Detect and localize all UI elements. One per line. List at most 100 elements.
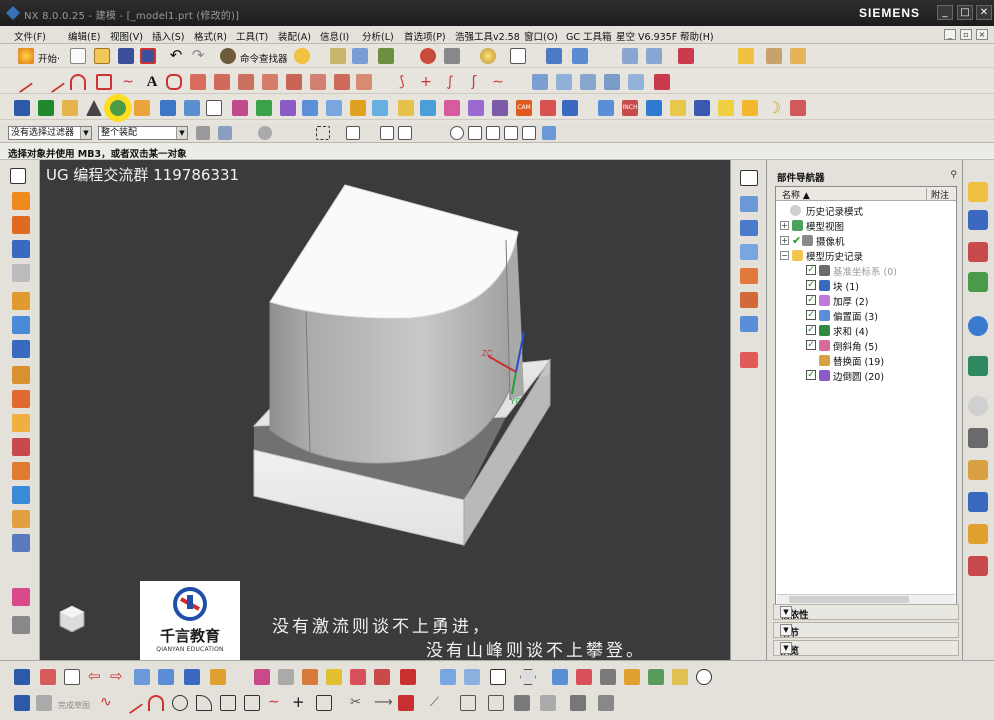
text-icon[interactable]: A <box>144 74 160 90</box>
sketch-rectangle-icon[interactable] <box>244 695 260 711</box>
pencil-icon[interactable] <box>134 669 150 685</box>
layer-icon[interactable] <box>378 48 394 64</box>
mm-unit-icon[interactable] <box>598 100 614 116</box>
column-note[interactable]: 附注 <box>926 188 956 201</box>
patch-icon[interactable] <box>420 100 436 116</box>
arrow-left-icon[interactable]: ⇦ <box>88 669 104 685</box>
view-orient-icon[interactable] <box>546 48 562 64</box>
sketch-spline-icon[interactable]: ∼ <box>268 695 284 711</box>
moon-icon[interactable]: ☽ <box>766 100 782 116</box>
visibility-checkbox[interactable]: ✓ <box>806 340 816 350</box>
sketch-relations-icon[interactable] <box>278 669 294 685</box>
groove-icon[interactable] <box>12 366 30 384</box>
iso-view-icon[interactable] <box>740 244 758 260</box>
scrollbar-thumb[interactable] <box>789 596 909 603</box>
close-button[interactable]: ✕ <box>976 5 992 20</box>
grid-icon[interactable] <box>576 669 592 685</box>
sketch-fillet-icon[interactable] <box>196 695 212 711</box>
cone-icon[interactable] <box>12 240 30 258</box>
system-materials-icon[interactable] <box>968 428 988 448</box>
bridge-curve-icon[interactable] <box>238 74 254 90</box>
process-studio-icon[interactable] <box>968 460 988 480</box>
chevron-down-icon[interactable]: ▼ <box>780 606 792 618</box>
folder-tool-icon[interactable] <box>670 100 686 116</box>
visibility-checkbox[interactable]: ✓ <box>806 325 816 335</box>
new-file-icon[interactable] <box>70 48 86 64</box>
select-mode-icon[interactable] <box>10 168 26 184</box>
menu-information[interactable]: 信息(I) <box>320 29 349 43</box>
subtract-icon[interactable] <box>184 100 200 116</box>
start-button[interactable]: 开始· <box>38 51 60 65</box>
inch-unit-icon[interactable]: INCH <box>622 100 638 116</box>
hd3d-tools-icon[interactable] <box>968 356 988 376</box>
mirror-body-icon[interactable] <box>12 510 30 528</box>
split-body-icon[interactable] <box>372 100 388 116</box>
point-icon[interactable]: + <box>418 74 434 90</box>
sketch-plane-icon[interactable] <box>64 669 80 685</box>
wave-icon[interactable] <box>654 74 670 90</box>
sketch-arc-icon[interactable] <box>148 695 164 711</box>
draft-icon[interactable] <box>86 100 102 116</box>
circle-sketch-icon[interactable] <box>696 669 712 685</box>
polyline-icon[interactable] <box>42 70 66 94</box>
visibility-checkbox[interactable]: ✓ <box>806 295 816 305</box>
sketch-settings-icon[interactable] <box>598 695 614 711</box>
extrude-icon[interactable] <box>14 100 30 116</box>
polygon-icon[interactable] <box>520 669 536 685</box>
quick-extend-icon[interactable]: ⟶ <box>374 695 393 711</box>
rib-icon[interactable] <box>12 414 30 432</box>
fit-view-icon[interactable] <box>420 48 436 64</box>
instance-icon[interactable] <box>12 486 30 504</box>
zoom-view-icon[interactable] <box>740 352 758 368</box>
reuse-library-icon[interactable] <box>968 272 988 292</box>
menu-help[interactable]: 帮助(H) <box>680 29 714 43</box>
offset-sketch-icon[interactable] <box>552 669 568 685</box>
point-set-icon[interactable] <box>604 74 620 90</box>
intersection-point-icon[interactable] <box>486 126 500 140</box>
finish-sketch-icon[interactable] <box>14 695 30 711</box>
intersection-sketch-icon[interactable] <box>488 695 504 711</box>
menu-format[interactable]: 格式(R) <box>194 29 227 43</box>
rectangle-sketch-icon[interactable] <box>490 669 506 685</box>
sheet-icon[interactable] <box>766 48 782 64</box>
fillet-curve-icon[interactable]: ∫ <box>442 74 458 90</box>
shell-icon[interactable] <box>232 100 248 116</box>
pocket-icon[interactable] <box>12 316 30 334</box>
mdi-close-button[interactable]: × <box>976 29 988 40</box>
menu-edit[interactable]: 编辑(E) <box>68 29 100 43</box>
menu-view[interactable]: 视图(V) <box>110 29 143 43</box>
command-finder-icon[interactable] <box>220 48 236 64</box>
menu-xingkong[interactable]: 星空 V6.935F <box>616 29 677 43</box>
constraint-icon[interactable] <box>210 669 226 685</box>
sketch-chamfer-icon[interactable] <box>220 695 236 711</box>
chamfer-icon[interactable] <box>134 100 150 116</box>
emboss-icon[interactable] <box>492 100 508 116</box>
pad-icon[interactable] <box>12 390 30 408</box>
internet-explorer-icon[interactable] <box>968 316 988 336</box>
wrap-icon[interactable] <box>468 100 484 116</box>
block-icon[interactable] <box>12 192 30 210</box>
extract-body-icon[interactable] <box>444 100 460 116</box>
offset-curve-icon[interactable] <box>166 74 182 90</box>
panel-dependencies[interactable]: 相依性 ▼ <box>773 604 959 621</box>
rotate-icon[interactable] <box>444 48 460 64</box>
visibility-checkbox[interactable]: ✓ <box>806 310 816 320</box>
save-icon[interactable] <box>118 48 134 64</box>
move-sketch-icon[interactable] <box>184 669 200 685</box>
palette-icon[interactable] <box>968 524 988 544</box>
dimension-icon[interactable] <box>254 669 270 685</box>
sew-icon[interactable] <box>398 100 414 116</box>
snap-icon[interactable] <box>294 48 310 64</box>
wcs-icon[interactable] <box>12 588 30 606</box>
name-tool-icon[interactable] <box>562 100 578 116</box>
law-curve-icon[interactable]: ʃ <box>466 74 482 90</box>
trimetric-view-icon[interactable] <box>740 268 758 284</box>
plane-icon[interactable] <box>628 74 644 90</box>
sketch-circle-icon[interactable] <box>172 695 188 711</box>
open-folder-icon[interactable] <box>94 48 110 64</box>
top-view-icon[interactable] <box>740 196 758 212</box>
deselect-icon[interactable] <box>258 126 272 140</box>
roles-icon[interactable] <box>968 492 988 512</box>
minimize-button[interactable]: _ <box>937 5 953 20</box>
dart-icon[interactable] <box>12 462 30 480</box>
